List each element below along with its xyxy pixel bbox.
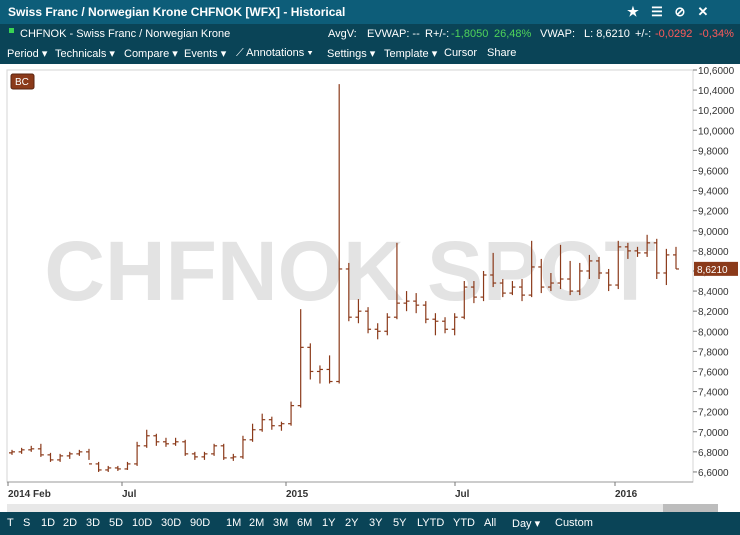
evwap-value: EVWAP: -- [367,28,420,40]
change-value: -0,0292 [655,28,693,40]
range-30d[interactable]: 30D [161,517,181,529]
unlink-icon[interactable]: ⊘ [671,3,689,21]
price-chart[interactable]: CHFNOK SPOT 10,6000 10,4000 10,2000 10,0000 9… [0,64,740,518]
range-2d[interactable]: 2D [63,517,77,529]
y-tick-label: 9,8000 [698,146,729,157]
range-s[interactable]: S [23,517,30,529]
x-tick-label: Jul [455,489,470,500]
y-tick-label: 10,6000 [698,66,735,77]
menu-annotations[interactable]: ⟋ Annotations ▾ [236,47,313,60]
x-tick-label: 2014 Feb [8,489,51,500]
rchange-value: -1,8050 [451,28,489,40]
range-5d[interactable]: 5D [109,517,123,529]
y-tick-label: 6,6000 [698,468,729,479]
x-tick-label: 2016 [615,489,638,500]
y-tick-label: 8,8000 [698,247,729,258]
range-1y[interactable]: 1Y [322,517,335,529]
y-tick-label: 7,6000 [698,367,729,378]
watermark: CHFNOK SPOT [44,224,655,318]
y-tick-label: 10,2000 [698,106,735,117]
y-tick-label: 9,4000 [698,187,729,198]
y-tick-label: 9,6000 [698,166,729,177]
x-tick-label: 2015 [286,489,309,500]
change-pct: -0,34% [699,28,734,40]
close-icon[interactable]: ✕ [694,3,712,21]
rchange-pct: 26,48% [494,28,532,40]
y-tick-label: 10,0000 [698,126,735,137]
range-1d[interactable]: 1D [41,517,55,529]
scroll-thumb [663,504,718,518]
y-tick-label: 10,4000 [698,86,735,97]
status-square-icon [9,28,14,33]
menu-template[interactable]: Template ▾ [384,47,437,60]
chart-area[interactable]: CHFNOK SPOT 10,6000 10,4000 10,2000 10,0000 9… [0,64,740,518]
range-2m[interactable]: 2M [249,517,264,529]
range-10d[interactable]: 10D [132,517,152,529]
instrument-name: CHFNOK - Swiss Franc / Norwegian Krone [20,28,231,40]
menu-events[interactable]: Events ▾ [184,47,226,60]
last-price: L: 8,6210 [584,28,630,40]
menu-compare[interactable]: Compare ▾ [124,47,178,60]
range-t[interactable]: T [7,517,14,529]
menu-settings[interactable]: Settings ▾ [327,47,375,60]
change-label: +/-: [635,28,652,40]
y-tick-label: 9,0000 [698,227,729,238]
menu-cursor[interactable]: Cursor [444,47,477,59]
range-bar: T S 1D 2D 3D 5D 10D 30D 90D 1M 2M 3M 6M … [0,512,740,535]
avgv-label: AvgV: [328,28,357,40]
scroll-track [7,504,693,518]
menu-technicals[interactable]: Technicals ▾ [55,47,115,60]
range-5y[interactable]: 5Y [393,517,406,529]
y-tick-label: 9,2000 [698,207,729,218]
menu-icon[interactable]: ☰ [648,3,666,21]
range-3d[interactable]: 3D [86,517,100,529]
x-tick-label: Jul [122,489,137,500]
range-2y[interactable]: 2Y [345,517,358,529]
range-6m[interactable]: 6M [297,517,312,529]
last-price-label: 8,6210 [697,265,728,276]
range-3m[interactable]: 3M [273,517,288,529]
vwap-label: VWAP: [540,28,576,40]
range-3y[interactable]: 3Y [369,517,382,529]
range-90d[interactable]: 90D [190,517,210,529]
bc-badge-label: BC [15,77,29,88]
menu-share[interactable]: Share [487,47,516,59]
y-tick-label: 7,2000 [698,408,729,419]
instrument-info-bar: CHFNOK - Swiss Franc / Norwegian Krone A… [0,24,740,44]
y-tick-label: 7,8000 [698,347,729,358]
range-1m[interactable]: 1M [226,517,241,529]
star-icon[interactable]: ★ [624,3,642,21]
range-ytd[interactable]: YTD [453,517,475,529]
y-tick-label: 7,4000 [698,388,729,399]
range-custom[interactable]: Custom [555,517,593,529]
y-tick-label: 8,4000 [698,287,729,298]
title-bar: Swiss Franc / Norwegian Krone CHFNOK [WF… [0,0,740,24]
pencil-icon: ⟋ [236,47,244,59]
menu-period[interactable]: Period ▾ [7,47,47,60]
rchange-label: R+/-: [425,28,450,40]
range-lytd[interactable]: LYTD [417,517,444,529]
y-tick-label: 8,2000 [698,307,729,318]
interval-day-dropdown[interactable]: Day ▾ [512,517,540,530]
y-tick-label: 7,0000 [698,428,729,439]
range-all[interactable]: All [484,517,496,529]
window-title: Swiss Franc / Norwegian Krone CHFNOK [WF… [8,5,346,19]
y-tick-label: 8,0000 [698,327,729,338]
y-tick-label: 6,8000 [698,448,729,459]
menu-bar: Period ▾ Technicals ▾ Compare ▾ Events ▾… [0,44,740,64]
